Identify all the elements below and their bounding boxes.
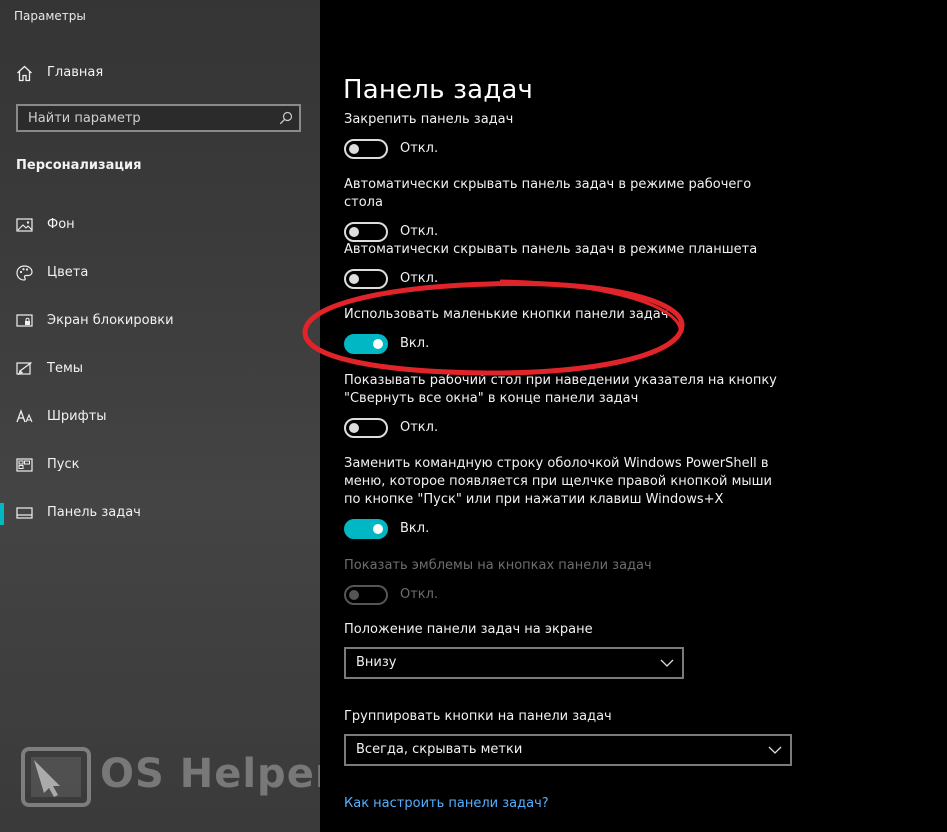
themes-icon (16, 362, 32, 376)
toggle-switch[interactable] (344, 222, 388, 242)
setting-label: Закрепить панель задач (344, 112, 514, 127)
sidebar-item-label: Экран блокировки (47, 313, 174, 328)
home-icon (17, 65, 32, 82)
toggle-row: Откл. (344, 585, 784, 611)
toggle-knob (349, 423, 359, 433)
toggle-state: Вкл. (400, 521, 430, 536)
section-title: Персонализация (16, 158, 142, 173)
picture-icon (16, 218, 33, 232)
setting-label: Автоматически скрывать панель задач в ре… (344, 177, 752, 210)
sidebar-item-home[interactable]: Главная (0, 58, 320, 88)
toggle-knob (349, 144, 359, 154)
toggle-switch[interactable] (344, 334, 388, 354)
sidebar-item-background[interactable]: Фон (0, 201, 320, 249)
page-title: Панель задач (343, 75, 534, 106)
toggle-knob (349, 274, 359, 284)
sidebar: Параметры Главная Персонализация Фон (0, 0, 320, 832)
toggle-knob (373, 339, 383, 349)
sidebar-item-start[interactable]: Пуск (0, 441, 320, 489)
toggle-row: Вкл. (344, 334, 784, 360)
start-icon (16, 458, 33, 472)
setting-label: Автоматически скрывать панель задач в ре… (344, 242, 758, 257)
setting-peek-desktop: Показывать рабочий стол при наведении ук… (344, 372, 784, 444)
sidebar-item-label: Фон (47, 217, 75, 232)
palette-icon (16, 265, 33, 281)
setting-powershell: Заменить командную строку оболочкой Wind… (344, 455, 784, 545)
sidebar-item-taskbar[interactable]: Панель задач (0, 489, 320, 537)
sidebar-item-label: Главная (47, 65, 104, 80)
toggle-row: Откл. (344, 139, 784, 165)
app-title: Параметры (14, 9, 86, 23)
position-label: Положение панели задач на экране (344, 622, 593, 637)
help-link[interactable]: Как настроить панели задач? (344, 796, 549, 811)
toggle-knob (349, 227, 359, 237)
main-panel: Панель задач Закрепить панель задач Откл… (320, 0, 947, 832)
toggle-switch[interactable] (344, 139, 388, 159)
setting-label: Показать эмблемы на кнопках панели задач (344, 558, 652, 573)
cursor-logo-icon (21, 747, 91, 807)
toggle-switch[interactable] (344, 519, 388, 539)
position-dropdown[interactable]: Внизу (344, 647, 684, 679)
fonts-icon (16, 409, 33, 423)
sidebar-nav: Фон Цвета Экран блокировки Темы Шрифты П… (0, 201, 320, 537)
sidebar-item-label: Цвета (47, 265, 89, 280)
setting-small-buttons: Использовать маленькие кнопки панели зад… (344, 306, 784, 360)
toggle-state: Откл. (400, 420, 439, 435)
setting-label: Использовать маленькие кнопки панели зад… (344, 307, 669, 322)
setting-lock-taskbar: Закрепить панель задач Откл. (344, 111, 784, 165)
sidebar-item-fonts[interactable]: Шрифты (0, 393, 320, 441)
setting-autohide-desktop: Автоматически скрывать панель задач в ре… (344, 176, 784, 248)
sidebar-item-colors[interactable]: Цвета (0, 249, 320, 297)
sidebar-item-lock-screen[interactable]: Экран блокировки (0, 297, 320, 345)
sidebar-item-label: Шрифты (47, 409, 107, 424)
toggle-row: Вкл. (344, 519, 784, 545)
toggle-switch[interactable] (344, 269, 388, 289)
search-box[interactable] (16, 104, 301, 132)
search-icon[interactable] (279, 111, 293, 125)
toggle-state: Откл. (400, 224, 439, 239)
setting-label: Заменить командную строку оболочкой Wind… (344, 456, 772, 507)
toggle-state: Откл. (400, 587, 439, 602)
sidebar-item-label: Панель задач (47, 505, 141, 520)
sidebar-item-themes[interactable]: Темы (0, 345, 320, 393)
chevron-down-icon (660, 659, 674, 667)
toggle-state: Откл. (400, 271, 439, 286)
grouping-label: Группировать кнопки на панели задач (344, 709, 612, 724)
chevron-down-icon (768, 746, 782, 754)
grouping-value: Всегда, скрывать метки (356, 742, 523, 757)
setting-label: Показывать рабочий стол при наведении ук… (344, 373, 777, 406)
watermark-text: OS Helper (100, 751, 320, 797)
toggle-switch (344, 585, 388, 605)
toggle-knob (349, 590, 359, 600)
toggle-knob (373, 524, 383, 534)
toggle-row: Откл. (344, 269, 784, 295)
search-input[interactable] (18, 106, 288, 130)
setting-badges: Показать эмблемы на кнопках панели задач… (344, 557, 784, 611)
position-value: Внизу (356, 655, 397, 670)
setting-autohide-tablet: Автоматически скрывать панель задач в ре… (344, 241, 784, 295)
taskbar-icon (16, 507, 33, 519)
sidebar-item-label: Темы (47, 361, 84, 376)
toggle-state: Вкл. (400, 336, 430, 351)
toggle-row: Откл. (344, 418, 784, 444)
grouping-dropdown[interactable]: Всегда, скрывать метки (344, 734, 792, 766)
sidebar-item-label: Пуск (47, 457, 80, 472)
lock-screen-icon (16, 314, 33, 327)
toggle-state: Откл. (400, 141, 439, 156)
toggle-switch[interactable] (344, 418, 388, 438)
watermark: OS Helper (20, 745, 320, 817)
